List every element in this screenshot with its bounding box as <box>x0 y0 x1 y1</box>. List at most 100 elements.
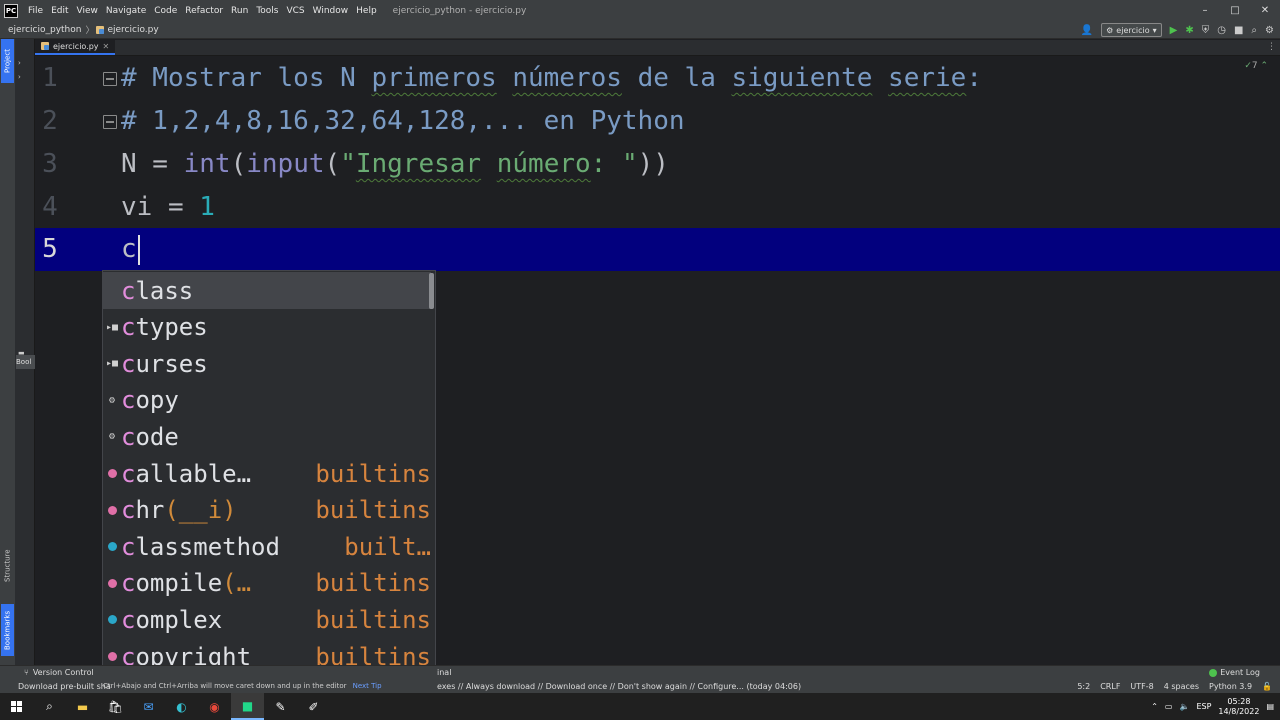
code-line-1: # Mostrar los N primeros números de la s… <box>121 57 982 100</box>
fold-icon[interactable] <box>103 72 117 86</box>
window-title: ejercicio_python - ejercicio.py <box>392 5 527 16</box>
menu-refactor[interactable]: Refactor <box>181 6 227 16</box>
network-icon[interactable]: ▭ <box>1165 702 1173 711</box>
profile-icon[interactable]: ◷ <box>1217 25 1226 36</box>
close-icon[interactable]: ✕ <box>103 42 110 51</box>
breadcrumb-file[interactable]: ejercicio.py <box>96 25 159 35</box>
notepad-icon[interactable]: ✎ <box>264 693 297 720</box>
completion-label: callable… <box>121 460 251 488</box>
completion-rest: types <box>135 313 208 342</box>
minimize-button[interactable]: – <box>1190 0 1220 21</box>
volume-icon[interactable]: 🔈 <box>1179 702 1189 711</box>
branch-icon: ⑂ <box>24 668 29 677</box>
completion-item[interactable]: complex builtins <box>103 601 431 638</box>
completion-item[interactable]: ▸■ ctypes <box>103 309 431 346</box>
user-icon[interactable]: 👤 <box>1081 25 1093 36</box>
tab-ejercicio-py[interactable]: ejercicio.py ✕ <box>35 39 116 55</box>
window-controls: – □ ✕ <box>1190 0 1280 21</box>
close-window-button[interactable]: ✕ <box>1250 0 1280 21</box>
status-message[interactable]: Download pre-built sha <box>18 682 111 691</box>
lock-icon[interactable]: 🔓 <box>1262 682 1272 691</box>
run-icon[interactable]: ▶ <box>1170 25 1178 36</box>
menu-edit[interactable]: Edit <box>47 6 72 16</box>
expand-arrow-icon[interactable]: › <box>18 73 21 81</box>
completion-item[interactable]: ▸■ curses <box>103 345 431 382</box>
menu-file[interactable]: File <box>24 6 47 16</box>
completion-item[interactable]: compile(… builtins <box>103 565 431 602</box>
inspection-widget[interactable]: ✓7 ⌃ <box>1244 61 1268 71</box>
terminal-tab[interactable]: inal <box>437 668 451 677</box>
coverage-icon[interactable]: ⛨ <box>1202 25 1210 36</box>
structure-tool-tab[interactable]: Structure <box>1 544 14 588</box>
menu-code[interactable]: Code <box>150 6 181 16</box>
stop-icon[interactable]: ■ <box>1234 25 1243 36</box>
code-token: N <box>121 149 137 179</box>
completion-label: class <box>121 277 193 305</box>
fold-icon[interactable] <box>103 115 117 129</box>
code-token: = <box>152 192 200 222</box>
completion-item[interactable]: classmethod built… <box>103 528 431 565</box>
bookmarks-tool-tab[interactable]: Bookmarks <box>1 604 14 656</box>
menu-view[interactable]: View <box>73 6 102 16</box>
function-icon <box>103 469 121 478</box>
pycharm-icon[interactable]: ■ <box>231 693 264 720</box>
language-indicator[interactable]: ESP <box>1196 702 1211 711</box>
completion-item[interactable]: ⚙ copy <box>103 382 431 419</box>
menu-tools[interactable]: Tools <box>252 6 282 16</box>
code-token: número <box>496 149 591 179</box>
status-message-tail[interactable]: exes // Always download // Download once… <box>437 682 801 691</box>
next-tip-link[interactable]: Next Tip <box>353 682 382 690</box>
edge-icon[interactable]: ◐ <box>165 693 198 720</box>
start-button[interactable] <box>0 693 33 720</box>
completion-label: code <box>121 423 179 451</box>
indent-setting[interactable]: 4 spaces <box>1164 682 1199 691</box>
menu-help[interactable]: Help <box>352 6 381 16</box>
run-configuration-select[interactable]: ⚙ ejercicio ▾ <box>1101 23 1162 37</box>
python-interpreter[interactable]: Python 3.9 <box>1209 682 1252 691</box>
clock[interactable]: 05:28 14/8/2022 <box>1218 697 1259 717</box>
line-separator[interactable]: CRLF <box>1100 682 1120 691</box>
ide-window: PC File Edit View Navigate Code Refactor… <box>0 0 1280 720</box>
maximize-button[interactable]: □ <box>1220 0 1250 21</box>
search-icon[interactable]: ⌕ <box>1251 25 1257 36</box>
menu-vcs[interactable]: VCS <box>282 6 308 16</box>
completion-item[interactable]: class <box>103 272 431 309</box>
project-tool-tab[interactable]: Project <box>1 39 14 83</box>
paint-icon[interactable]: ✐ <box>297 693 330 720</box>
settings-icon[interactable]: ⚙ <box>1265 25 1274 36</box>
caret-position[interactable]: 5:2 <box>1077 682 1090 691</box>
debug-icon[interactable]: ✱ <box>1185 25 1193 36</box>
version-control-tab[interactable]: ⑂ Version Control <box>24 668 94 677</box>
breadcrumb-project[interactable]: ejercicio_python <box>0 25 83 35</box>
code-token: siguiente <box>731 63 873 93</box>
mail-icon[interactable]: ✉ <box>132 693 165 720</box>
store-icon[interactable]: 🛍 <box>99 693 132 720</box>
search-icon[interactable]: ⌕ <box>33 693 66 720</box>
python-config-icon: ⚙ <box>1106 25 1114 35</box>
python-file-icon <box>41 42 49 50</box>
chrome-icon[interactable]: ◉ <box>198 693 231 720</box>
completion-rest: ompile <box>135 569 223 598</box>
more-icon[interactable]: ⋮ <box>1267 42 1276 52</box>
menu-window[interactable]: Window <box>309 6 353 16</box>
chevron-up-icon[interactable]: ⌃ <box>1151 702 1158 711</box>
current-line-highlight <box>35 228 1280 271</box>
code-completion-popup[interactable]: class ▸■ ctypes ▸■ curses ⚙ copy ⚙ code callable…… <box>102 270 436 672</box>
event-log-label: Event Log <box>1220 668 1260 677</box>
completion-item[interactable]: callable… builtins <box>103 455 431 492</box>
module-icon: ⚙ <box>108 431 116 443</box>
menu-navigate[interactable]: Navigate <box>102 6 150 16</box>
file-encoding[interactable]: UTF-8 <box>1130 682 1153 691</box>
code-token: int <box>183 149 231 179</box>
completion-item[interactable]: chr(__i) builtins <box>103 492 431 529</box>
completion-scrollbar[interactable] <box>429 273 434 309</box>
package-icon: ▸■ <box>105 321 119 333</box>
expand-arrow-icon[interactable]: › <box>18 59 21 67</box>
completion-item[interactable]: ⚙ code <box>103 418 431 455</box>
file-explorer-icon[interactable]: ▬ <box>66 693 99 720</box>
notifications-icon[interactable]: ▤ <box>1266 702 1274 711</box>
event-log-tab[interactable]: Event Log <box>1209 668 1260 677</box>
menu-run[interactable]: Run <box>227 6 252 16</box>
gutter: 1 2 3 4 5 <box>35 57 117 665</box>
